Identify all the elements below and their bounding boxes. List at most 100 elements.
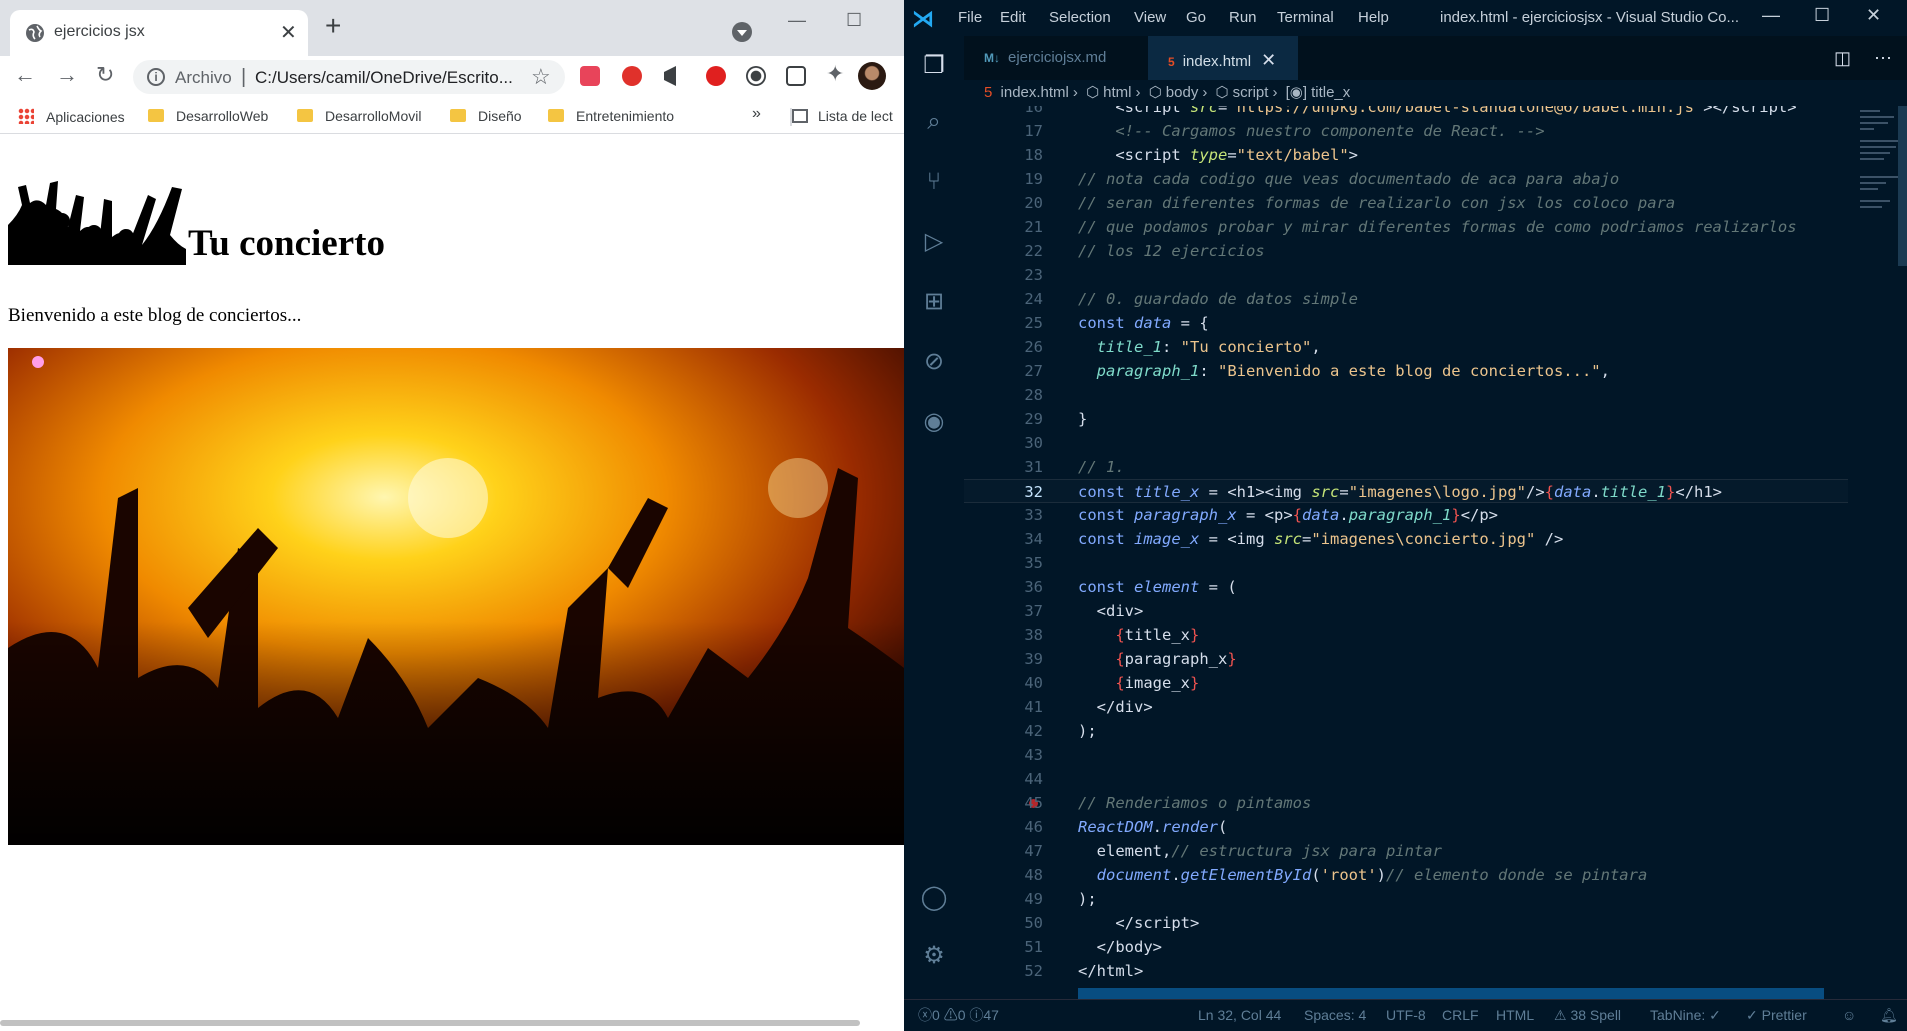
globe-icon [26,24,44,42]
tabnine-status[interactable]: TabNine: ✓ [1650,1000,1721,1030]
folder-icon [450,109,466,122]
run-debug-icon[interactable]: ▷ [920,228,948,256]
menu-edit[interactable]: Edit [1000,9,1026,26]
breadcrumb-script[interactable]: script [1233,84,1269,101]
cube-icon: ⬡ [1086,84,1100,101]
more-actions-icon[interactable]: ⋯ [1874,36,1892,80]
code-line: 16 <script src="https://unpkg.com/babel-… [1024,106,1797,116]
minimap[interactable] [1848,106,1907,999]
code-line: 41 </div> [1024,698,1153,716]
search-icon[interactable]: ⌕ [920,108,948,136]
bookmark-star-icon[interactable]: ☆ [531,64,551,90]
tab-index-html[interactable]: 5 index.html ✕ [1148,36,1298,80]
extension-upload-icon[interactable] [786,66,806,86]
extension-dots-icon[interactable] [580,66,600,86]
minimize-icon[interactable]: — [788,10,806,31]
code-line: 19// nota cada codigo que veas documenta… [1024,170,1620,188]
reload-icon[interactable]: ↻ [96,62,114,88]
tab-close-icon[interactable]: ✕ [280,20,297,45]
account-icon[interactable]: ◯ [920,884,948,912]
menu-run[interactable]: Run [1229,9,1257,26]
menu-terminal[interactable]: Terminal [1277,9,1334,26]
source-control-icon[interactable]: ⑂ [920,168,948,196]
menu-selection[interactable]: Selection [1049,9,1111,26]
code-editor[interactable]: 16 <script src="https://unpkg.com/babel-… [964,106,1848,999]
maximize-icon[interactable]: ☐ [1814,5,1830,26]
bookmark-desarrolloweb[interactable]: DesarrolloWeb [148,108,268,124]
minimize-icon[interactable]: — [1762,5,1780,26]
code-line: 20// seran diferentes formas de realizar… [1024,194,1676,212]
notifications-bell-icon[interactable]: 🔔︎ [1880,1000,1898,1030]
profile-avatar[interactable] [858,62,886,90]
code-line: 30 [1024,434,1043,452]
code-line: 36 const element = ( [1024,578,1237,596]
bookmark-apps[interactable]: Aplicaciones [18,108,125,125]
indentation[interactable]: Spaces: 4 [1304,1000,1366,1030]
breadcrumb-body[interactable]: body [1166,84,1199,101]
tab-strip: ejercicios jsx ✕ + — ☐ [0,0,904,56]
prettier-status[interactable]: ✓ Prettier [1746,1000,1807,1030]
page-paragraph: Bienvenido a este blog de conciertos... [8,305,302,326]
menu-go[interactable]: Go [1186,9,1206,26]
code-line-current: 32 const title_x = <h1><img src="imagenes… [964,479,1848,503]
browser-tab[interactable]: ejercicios jsx ✕ [10,10,308,56]
info-icon[interactable]: i [147,68,165,86]
address-bar[interactable]: i Archivo | C:/Users/camil/OneDrive/Escr… [133,60,565,94]
extensions-puzzle-icon[interactable]: ✦ [826,61,844,87]
warning-icon: ⚠ [943,1007,958,1023]
code-line: 28 [1024,386,1043,404]
menu-view[interactable]: View [1134,9,1166,26]
spell-check[interactable]: ⚠ 38 Spell [1554,1000,1621,1030]
github-icon[interactable]: ◉ [920,408,948,436]
extension-m-icon[interactable] [622,66,642,86]
maximize-icon[interactable]: ☐ [846,10,862,31]
cube-icon: ⬡ [1148,84,1162,101]
back-icon[interactable]: ← [14,62,36,88]
code-line: 25 const data = { [1024,314,1209,332]
page-heading: Tu concierto [8,175,385,265]
breadcrumb-file[interactable]: index.html [1001,84,1069,101]
bookmark-diseno[interactable]: Diseño [450,108,522,124]
reading-list-button[interactable]: Lista de lect [792,108,893,124]
tab-ejerciciojsx-md[interactable]: M↓ ejerciciojsx.md [964,36,1148,80]
encoding[interactable]: UTF-8 [1386,1000,1426,1030]
breadcrumb-symbol[interactable]: title_x [1311,84,1350,101]
new-tab-button[interactable]: + [325,12,341,40]
split-editor-icon[interactable]: ◫ [1834,36,1851,80]
end-of-line[interactable]: CRLF [1442,1000,1479,1030]
extension-megaphone-icon[interactable] [664,66,676,86]
forward-icon[interactable]: → [56,62,78,88]
folder-icon [297,109,313,122]
cursor-position[interactable]: Ln 32, Col 44 [1198,1000,1281,1030]
horizontal-scrollbar[interactable] [1078,988,1824,999]
close-icon[interactable]: ✕ [1866,5,1881,26]
web-page: Tu concierto Bienvenido a este blog de c… [0,135,904,1031]
code-line: 26 title_1: "Tu concierto", [1024,338,1321,356]
bookmark-desarrollomovil[interactable]: DesarrolloMovil [297,108,421,124]
menu-file[interactable]: File [958,9,982,26]
activity-bar: ❐ ⌕ ⑂ ▷ ⊞ ⊘ ◉ ◯ ⚙ [904,36,964,999]
tab-close-icon[interactable]: ✕ [1261,50,1276,70]
explorer-icon[interactable]: ❐ [920,52,948,80]
extension-record-icon[interactable] [746,66,766,86]
horizontal-scrollbar[interactable] [0,1020,860,1026]
breadcrumb-html[interactable]: html [1103,84,1131,101]
extension-opera-icon[interactable] [706,66,726,86]
tab-search-icon[interactable] [732,22,752,42]
problems-indicator[interactable]: ⓧ0 ⚠0 ⓘ47 [918,1000,999,1030]
menu-help[interactable]: Help [1358,9,1389,26]
code-line: 42); [1024,722,1097,740]
feedback-icon[interactable]: ☺ [1842,1000,1856,1030]
html5-icon: 5 [1168,55,1175,69]
language-mode[interactable]: HTML [1496,1000,1534,1030]
extensions-icon[interactable]: ⊞ [920,288,948,316]
settings-gear-icon[interactable]: ⚙ [920,942,948,970]
code-line: 47 element,// estructura jsx para pintar [1024,842,1442,860]
git-graph-icon[interactable]: ⊘ [920,348,948,376]
apps-grid-icon [18,108,34,124]
bookmarks-more-button[interactable]: » [752,105,761,123]
bookmark-entretenimiento[interactable]: Entretenimiento [548,108,674,124]
minimap-slider[interactable] [1898,106,1907,266]
bookmarks-bar: Aplicaciones DesarrolloWeb DesarrolloMov… [0,100,904,134]
code-line: 31// 1. [1024,458,1125,476]
